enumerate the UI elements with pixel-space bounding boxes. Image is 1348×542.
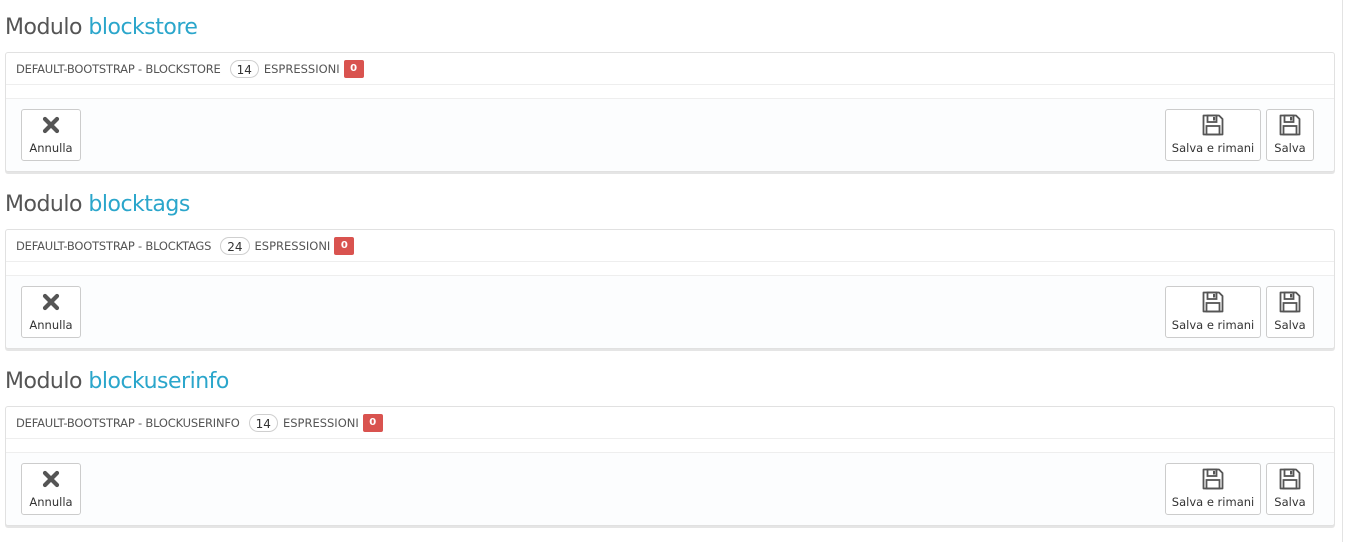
- module-title: Modulo blockuserinfo: [5, 354, 1335, 406]
- save-button[interactable]: Salva: [1266, 109, 1314, 161]
- save-button[interactable]: Salva: [1266, 286, 1314, 338]
- cancel-button-label: Annulla: [29, 141, 73, 155]
- panel-heading: DEFAULT-BOOTSTRAP - BLOCKTAGS 24 ESPRESS…: [6, 230, 1334, 261]
- module-name: blocktags: [88, 192, 190, 217]
- floppy-disk-icon: [1200, 466, 1226, 492]
- theme-module-label: DEFAULT-BOOTSTRAP - BLOCKUSERINFO: [16, 415, 240, 430]
- close-icon: [38, 112, 64, 138]
- translation-panel: DEFAULT-BOOTSTRAP - BLOCKTAGS 24 ESPRESS…: [5, 229, 1335, 349]
- panel-heading: DEFAULT-BOOTSTRAP - BLOCKSTORE 14 ESPRES…: [6, 53, 1334, 84]
- translation-panel: DEFAULT-BOOTSTRAP - BLOCKSTORE 14 ESPRES…: [5, 52, 1335, 172]
- panel-footer: Annulla Salva e rimani Salva: [6, 275, 1334, 348]
- floppy-disk-icon: [1200, 289, 1226, 315]
- save-and-stay-button[interactable]: Salva e rimani: [1165, 109, 1261, 161]
- save-and-stay-button-label: Salva e rimani: [1171, 318, 1255, 332]
- module-title-prefix: Modulo: [5, 369, 82, 394]
- expressions-label: ESPRESSIONI: [282, 415, 359, 430]
- missing-translations-badge: 0: [334, 236, 355, 255]
- save-button[interactable]: Salva: [1266, 463, 1314, 515]
- close-icon: [38, 289, 64, 315]
- save-button-label: Salva: [1274, 141, 1306, 155]
- module-title: Modulo blocktags: [5, 177, 1335, 229]
- module-title-prefix: Modulo: [5, 192, 82, 217]
- panel-footer: Annulla Salva e rimani Salva: [6, 98, 1334, 171]
- save-and-stay-button-label: Salva e rimani: [1171, 495, 1255, 509]
- module-section-blockstore: Modulo blockstore DEFAULT-BOOTSTRAP - BL…: [5, 0, 1335, 172]
- panel-heading: DEFAULT-BOOTSTRAP - BLOCKUSERINFO 14 ESP…: [6, 407, 1334, 438]
- panel-footer: Annulla Salva e rimani Salva: [6, 452, 1334, 525]
- cancel-button[interactable]: Annulla: [21, 286, 81, 338]
- save-and-stay-button[interactable]: Salva e rimani: [1165, 463, 1261, 515]
- floppy-disk-icon: [1277, 289, 1303, 315]
- close-icon: [38, 466, 64, 492]
- cancel-button[interactable]: Annulla: [21, 463, 81, 515]
- module-name: blockuserinfo: [88, 369, 229, 394]
- page-edge-divider: [1342, 0, 1343, 542]
- missing-translations-badge: 0: [362, 413, 383, 432]
- floppy-disk-icon: [1277, 466, 1303, 492]
- expression-count-badge: 24: [220, 236, 250, 255]
- floppy-disk-icon: [1200, 112, 1226, 138]
- module-name: blockstore: [88, 15, 198, 40]
- module-title-prefix: Modulo: [5, 15, 82, 40]
- save-and-stay-button-label: Salva e rimani: [1171, 141, 1255, 155]
- save-button-label: Salva: [1274, 318, 1306, 332]
- translation-panel: DEFAULT-BOOTSTRAP - BLOCKUSERINFO 14 ESP…: [5, 406, 1335, 526]
- floppy-disk-icon: [1277, 112, 1303, 138]
- cancel-button-label: Annulla: [29, 495, 73, 509]
- theme-module-label: DEFAULT-BOOTSTRAP - BLOCKSTORE: [16, 61, 221, 76]
- expressions-label: ESPRESSIONI: [254, 238, 331, 253]
- missing-translations-badge: 0: [343, 59, 364, 78]
- cancel-button[interactable]: Annulla: [21, 109, 81, 161]
- expression-count-badge: 14: [248, 413, 278, 432]
- module-title: Modulo blockstore: [5, 0, 1335, 52]
- save-button-label: Salva: [1274, 495, 1306, 509]
- expression-count-badge: 14: [229, 59, 259, 78]
- theme-module-label: DEFAULT-BOOTSTRAP - BLOCKTAGS: [16, 238, 212, 253]
- expressions-label: ESPRESSIONI: [263, 61, 340, 76]
- cancel-button-label: Annulla: [29, 318, 73, 332]
- module-section-blocktags: Modulo blocktags DEFAULT-BOOTSTRAP - BLO…: [5, 177, 1335, 349]
- module-section-blockuserinfo: Modulo blockuserinfo DEFAULT-BOOTSTRAP -…: [5, 354, 1335, 526]
- save-and-stay-button[interactable]: Salva e rimani: [1165, 286, 1261, 338]
